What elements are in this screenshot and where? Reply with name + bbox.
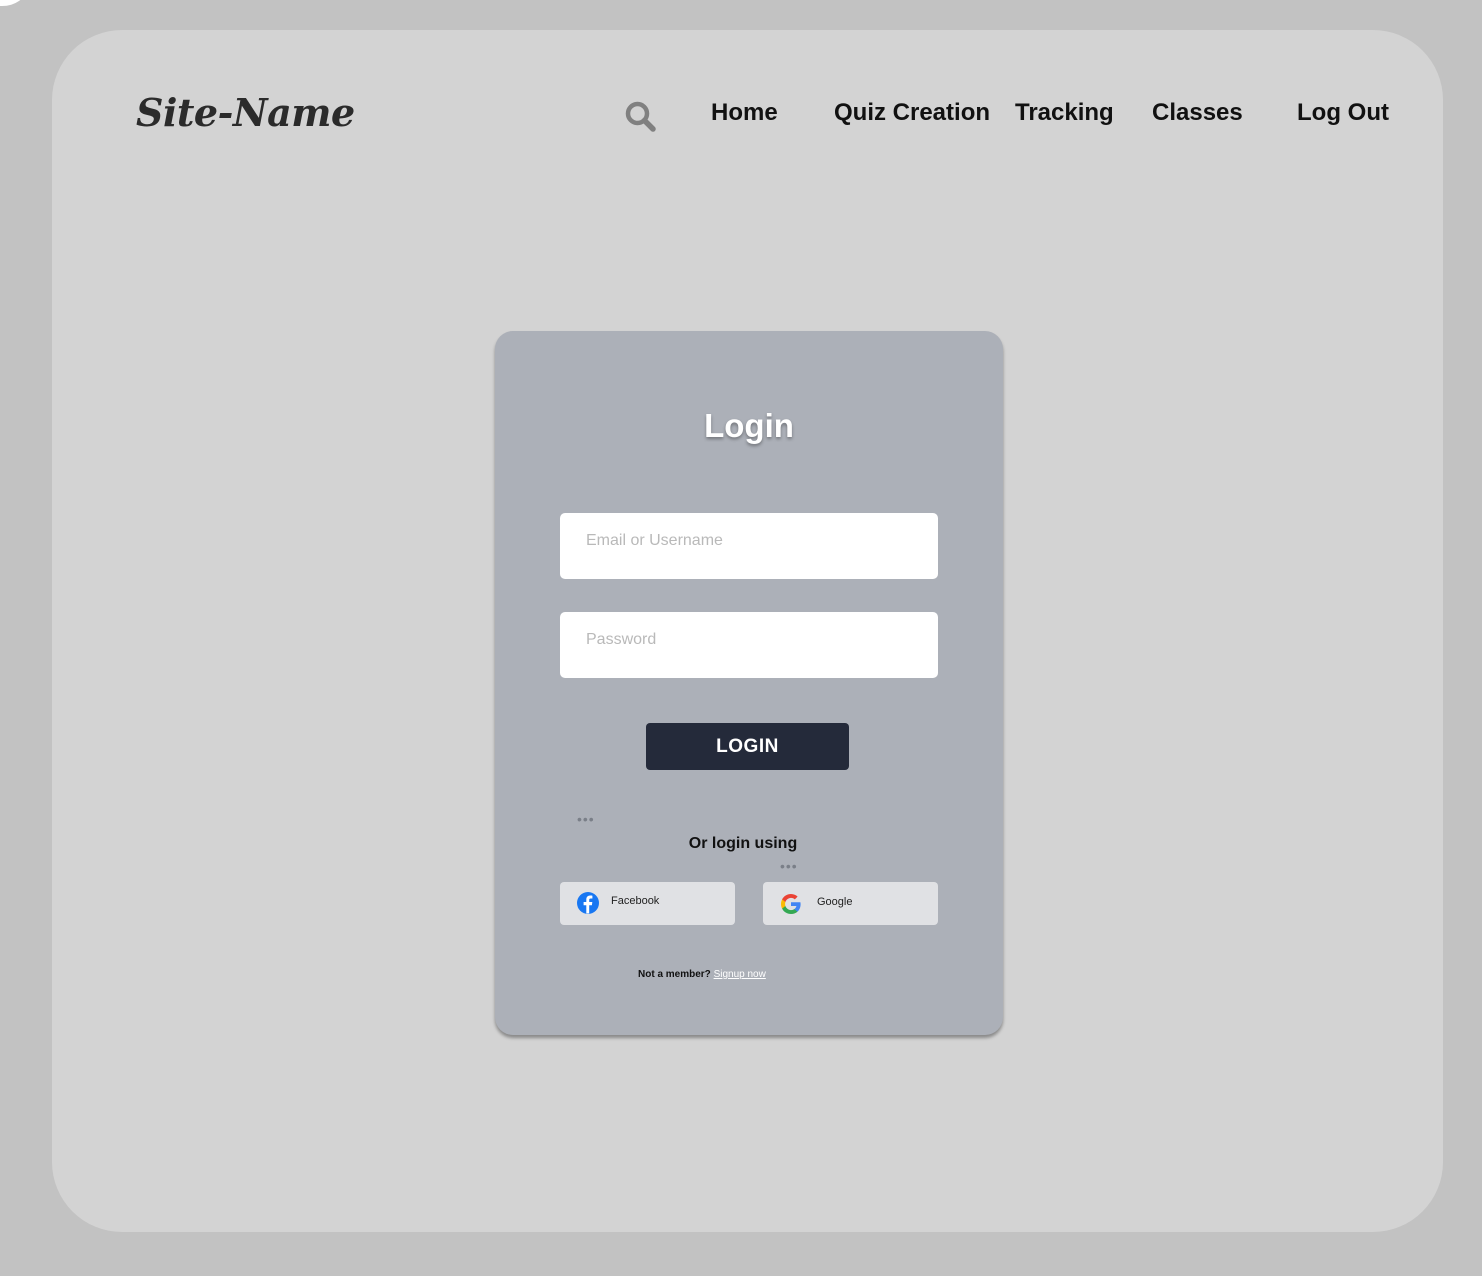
google-login-button[interactable]: Google bbox=[763, 882, 938, 925]
password-input[interactable] bbox=[560, 612, 938, 678]
login-button[interactable]: LOGIN bbox=[646, 723, 849, 770]
search-icon[interactable] bbox=[624, 100, 658, 134]
nav-tracking[interactable]: Tracking bbox=[1015, 99, 1114, 127]
facebook-label: Facebook bbox=[611, 895, 660, 907]
facebook-icon bbox=[577, 892, 599, 914]
page-frame: Site-Name Home Quiz Creation Tracking Cl… bbox=[52, 30, 1443, 1232]
signup-prompt-text: Not a member? bbox=[638, 969, 711, 980]
google-icon bbox=[781, 894, 801, 914]
nav-log-out[interactable]: Log Out bbox=[1297, 99, 1389, 127]
login-card: Login LOGIN ••• Or login using ••• Faceb… bbox=[495, 331, 1003, 1035]
login-title: Login bbox=[704, 407, 794, 444]
corner-decoration bbox=[0, 0, 26, 6]
signup-prompt: Not a member? Signup now bbox=[638, 969, 766, 980]
or-login-label: Or login using bbox=[688, 835, 798, 852]
dots-decoration: ••• bbox=[780, 858, 798, 874]
nav-home[interactable]: Home bbox=[711, 99, 778, 127]
google-label: Google bbox=[817, 896, 853, 908]
signup-link[interactable]: Signup now bbox=[714, 969, 766, 980]
username-input[interactable] bbox=[560, 513, 938, 579]
facebook-login-button[interactable]: Facebook bbox=[560, 882, 735, 925]
nav-quiz-creation[interactable]: Quiz Creation bbox=[834, 99, 990, 127]
nav-classes[interactable]: Classes bbox=[1152, 99, 1243, 127]
dots-decoration: ••• bbox=[577, 811, 595, 827]
site-logo[interactable]: Site-Name bbox=[136, 90, 355, 135]
